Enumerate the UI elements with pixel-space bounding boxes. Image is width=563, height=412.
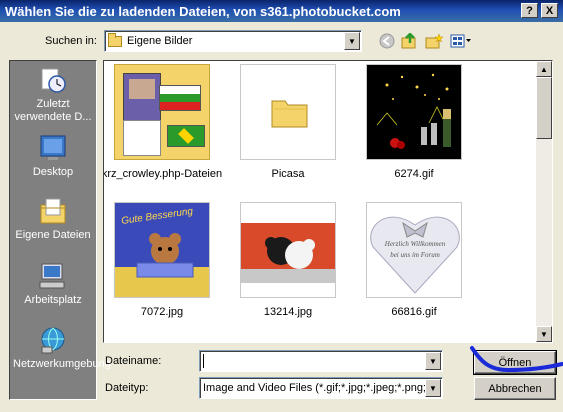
file-item[interactable]: Herzlich Willkommen bei uns im Forum 668… (358, 202, 470, 318)
place-label: Netzwerkumgebung (13, 358, 111, 370)
place-my-computer[interactable]: Arbeitsplatz (10, 261, 96, 307)
chevron-down-icon[interactable]: ▼ (425, 352, 441, 370)
file-item[interactable]: 13214.jpg (232, 202, 344, 318)
filetype-label: Dateityp: (105, 382, 149, 394)
file-item[interactable]: 6274.gif (358, 64, 470, 180)
image-caption: Herzlich Willkommen bei uns im Forum (384, 240, 446, 259)
filetype-value: Image and Video Files (*.gif;*.jpg;*.jpe… (203, 382, 425, 394)
file-name: 66816.gif (391, 306, 437, 318)
file-item[interactable]: Picasa (232, 64, 344, 180)
file-name: 6274.gif (394, 168, 434, 180)
folder-thumbnail (114, 64, 210, 160)
places-bar: Zuletzt verwendete D... Desktop Eigene D… (9, 60, 111, 400)
filename-input[interactable]: ▼ (199, 350, 443, 372)
filename-label: Dateiname: (105, 355, 162, 367)
vertical-scrollbar[interactable]: ▲ ▼ (536, 61, 552, 342)
chevron-down-icon[interactable]: ▼ (425, 379, 441, 397)
file-name: krz_crowley.php-Dateien (103, 168, 223, 180)
file-name: Picasa (271, 168, 305, 180)
place-my-documents[interactable]: Eigene Dateien (10, 196, 96, 242)
title-bar: Wählen Sie die zu ladenden Dateien, von … (0, 0, 563, 22)
cancel-button[interactable]: Abbrechen (474, 377, 556, 400)
desktop-icon (37, 133, 69, 163)
my-documents-icon (37, 196, 69, 226)
text-caret (203, 354, 204, 368)
window-title: Wählen Sie die zu ladenden Dateien, von … (5, 3, 401, 19)
image-thumbnail (366, 64, 462, 160)
place-label: Arbeitsplatz (24, 294, 82, 306)
lookin-combo[interactable]: Eigene Bilder ▼ (104, 30, 362, 52)
place-label: Desktop (32, 166, 74, 178)
place-recent[interactable]: Zuletzt verwendete D... (10, 65, 96, 124)
file-list-view[interactable]: krz_crowley.php-Dateien Picasa 6274.gif … (103, 60, 553, 343)
place-desktop[interactable]: Desktop (10, 133, 96, 179)
my-computer-icon (37, 261, 69, 291)
place-label: Eigene Dateien (15, 229, 91, 241)
up-folder-icon[interactable] (400, 32, 420, 50)
image-thumbnail: Gute Besserung (114, 202, 210, 298)
new-folder-icon[interactable] (424, 32, 444, 50)
back-icon[interactable] (377, 32, 397, 50)
scroll-down-button[interactable]: ▼ (536, 326, 552, 342)
scroll-up-button[interactable]: ▲ (536, 61, 552, 77)
file-name: 13214.jpg (263, 306, 313, 318)
file-item[interactable]: krz_crowley.php-Dateien (104, 64, 222, 180)
image-thumbnail: Herzlich Willkommen bei uns im Forum (366, 202, 462, 298)
close-button[interactable]: X (541, 3, 558, 18)
folder-thumbnail (240, 64, 336, 160)
lookin-label: Suchen in: (45, 35, 97, 47)
image-thumbnail (240, 202, 336, 298)
views-menu-icon[interactable] (449, 32, 473, 50)
open-button[interactable]: Öffnen (473, 350, 557, 375)
scroll-thumb[interactable] (536, 77, 552, 139)
file-item[interactable]: Gute Besserung 7072.jpg (106, 202, 218, 318)
help-button[interactable]: ? (521, 3, 538, 18)
filetype-select[interactable]: Image and Video Files (*.gif;*.jpg;*.jpe… (199, 377, 443, 399)
place-network[interactable]: Netzwerkumgebung (10, 325, 111, 371)
recent-icon (37, 65, 69, 95)
place-label: Zuletzt verwendete D... (14, 98, 92, 123)
lookin-value: Eigene Bilder (127, 35, 193, 47)
file-name: 7072.jpg (140, 306, 184, 318)
folder-icon (108, 32, 122, 47)
network-icon (37, 325, 69, 355)
chevron-down-icon[interactable]: ▼ (344, 32, 360, 50)
